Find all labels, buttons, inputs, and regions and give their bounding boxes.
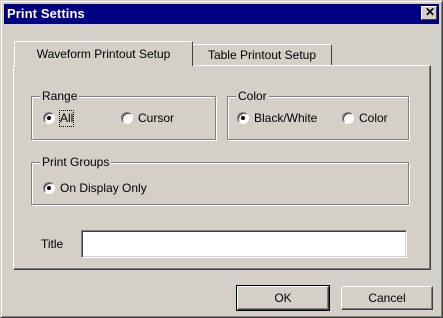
range-cursor-radio-circle [121, 112, 133, 124]
color-color-radio[interactable]: Color [342, 111, 402, 127]
on-display-only-label: On Display Only [60, 181, 147, 195]
tab-join [15, 65, 192, 67]
print-settings-dialog: Print Settins ✕ Waveform Printout Setup … [0, 0, 443, 318]
print-groups-legend: Print Groups [40, 155, 112, 169]
tab-table-printout-setup[interactable]: Table Printout Setup [192, 44, 332, 66]
ok-button[interactable]: OK [236, 285, 330, 311]
on-display-only-radio-circle [43, 182, 55, 194]
title-input[interactable] [81, 230, 407, 258]
range-cursor-radio[interactable]: Cursor [121, 111, 191, 127]
on-display-only-radio[interactable]: On Display Only [43, 181, 173, 197]
color-color-label: Color [359, 111, 388, 125]
tab-waveform-printout-setup[interactable]: Waveform Printout Setup [14, 41, 193, 66]
close-icon: ✕ [425, 5, 436, 19]
cancel-button[interactable]: Cancel [341, 286, 433, 310]
window-title: Print Settins [7, 6, 85, 21]
color-color-radio-circle [342, 112, 354, 124]
range-legend: Range [40, 89, 80, 103]
close-button[interactable]: ✕ [421, 6, 437, 20]
tab-table-label: Table Printout Setup [207, 48, 317, 62]
range-cursor-label: Cursor [138, 111, 175, 125]
range-all-radio-circle [43, 112, 55, 124]
color-black-white-radio-circle [237, 112, 249, 124]
radio-dot-icon [47, 116, 51, 120]
radio-dot-icon [47, 186, 51, 190]
color-black-white-label: Black/White [254, 111, 318, 125]
tab-waveform-label: Waveform Printout Setup [36, 47, 171, 61]
title-label: Title [41, 237, 64, 251]
color-legend: Color [236, 89, 269, 103]
color-black-white-radio[interactable]: Black/White [237, 111, 333, 127]
range-all-label: All [58, 110, 75, 127]
range-all-radio[interactable]: All [43, 110, 83, 127]
title-bar[interactable]: Print Settins ✕ [4, 4, 439, 24]
radio-dot-icon [241, 116, 245, 120]
